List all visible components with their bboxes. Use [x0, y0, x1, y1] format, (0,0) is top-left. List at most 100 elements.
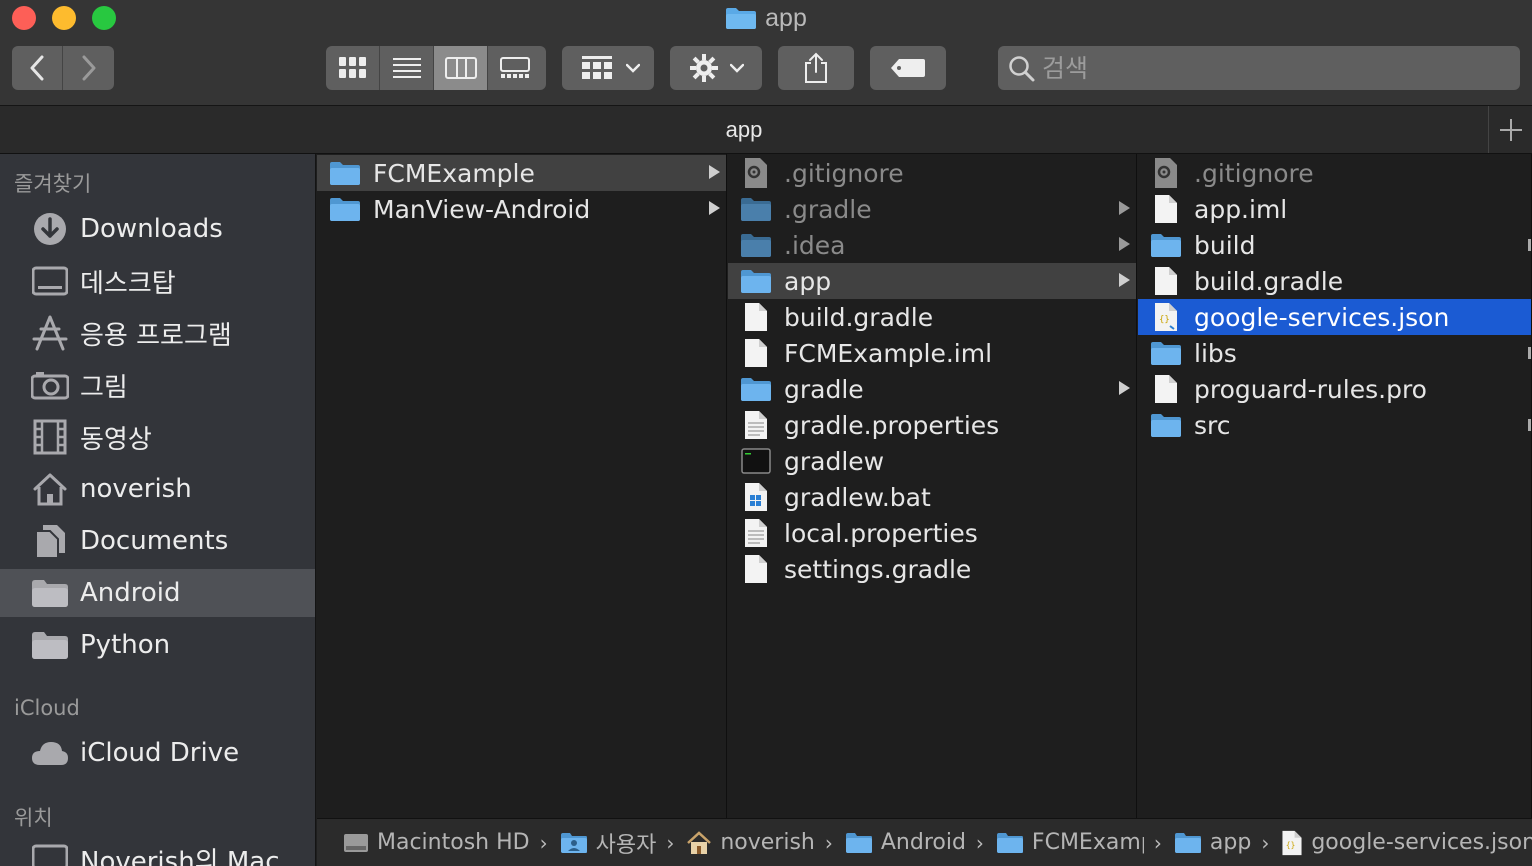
sidebar-item-movies[interactable]: 동영상 [0, 413, 315, 461]
item-name: local.properties [784, 518, 978, 548]
new-tab-button[interactable] [1490, 106, 1532, 153]
tab-app[interactable]: app [0, 106, 1489, 153]
column-view-button[interactable] [434, 46, 488, 90]
chevron-right-icon: › [666, 830, 675, 855]
item-name: .gitignore [1194, 158, 1314, 188]
item-name: gradle.properties [784, 410, 1000, 440]
chevron-right-icon: › [1261, 830, 1270, 855]
chevron-down-icon [626, 63, 640, 73]
sidebar-item-android[interactable]: Android [0, 569, 315, 617]
sidebar-item-python[interactable]: Python [0, 621, 315, 669]
list-item[interactable]: gradlew [728, 443, 1136, 479]
path-crumb-fcmexample[interactable]: FCMExample › [996, 830, 1174, 855]
list-item[interactable]: app [728, 263, 1136, 299]
list-item[interactable]: app.iml [1138, 191, 1531, 227]
camera-icon [30, 365, 70, 405]
list-item[interactable]: libs [1138, 335, 1531, 371]
window-title: app [0, 4, 1532, 37]
item-name: app [784, 266, 832, 296]
svg-text:{}: {} [1286, 840, 1295, 849]
list-item[interactable]: {} google-services.json [1138, 299, 1531, 335]
item-name: FCMExample [373, 158, 535, 188]
group-by-button[interactable] [562, 46, 654, 90]
sidebar-item-documents[interactable]: Documents [0, 517, 315, 565]
list-item[interactable]: local.properties [728, 515, 1136, 551]
list-item[interactable]: build.gradle [728, 299, 1136, 335]
folder-icon [725, 6, 757, 37]
list-item[interactable]: FCMExample [317, 155, 726, 191]
sidebar-item-downloads[interactable]: Downloads [0, 205, 315, 253]
sidebar-item-icloud-drive[interactable]: iCloud Drive [0, 729, 315, 777]
list-item[interactable]: gradle [728, 371, 1136, 407]
file-icon [1150, 193, 1182, 225]
forward-button[interactable] [63, 46, 114, 90]
list-item[interactable]: settings.gradle [728, 551, 1136, 587]
path-crumb-android[interactable]: Android › [845, 830, 996, 855]
sidebar-item-this-mac[interactable]: Noverish의 Mac [0, 835, 315, 866]
settings-file-icon [740, 157, 772, 189]
list-item[interactable]: proguard-rules.pro [1138, 371, 1531, 407]
list-item[interactable]: gradlew.bat [728, 479, 1136, 515]
share-button[interactable] [778, 46, 854, 90]
item-name: proguard-rules.pro [1194, 374, 1427, 404]
list-item[interactable]: ManView-Android [317, 191, 726, 227]
path-crumb-label: 사용자 [595, 832, 657, 858]
browser-column-3: .gitignore app.iml build build.gradle {}… [1138, 154, 1532, 818]
search-input[interactable] [1042, 46, 1502, 90]
item-name: gradle [784, 374, 864, 404]
terminal-exec-icon [740, 445, 772, 477]
browser-column-1: FCMExample ManView-Android [317, 154, 727, 818]
list-item[interactable]: .gradle [728, 191, 1136, 227]
text-file-icon [740, 409, 772, 441]
list-view-button[interactable] [380, 46, 434, 90]
item-name: google-services.json [1194, 302, 1450, 332]
sidebar-item-applications[interactable]: 응용 프로그램 [0, 309, 315, 357]
sidebar-item-desktop[interactable]: 데스크탑 [0, 257, 315, 305]
item-name: .idea [784, 230, 846, 260]
disclosure-arrow-icon [1119, 381, 1130, 395]
json-file-icon: {} [1281, 830, 1303, 856]
search-field[interactable] [998, 46, 1520, 90]
tags-button[interactable] [870, 46, 946, 90]
list-item[interactable]: .gitignore [1138, 155, 1531, 191]
item-name: build [1194, 230, 1256, 260]
item-name: ManView-Android [373, 194, 591, 224]
path-crumb-google-services-json[interactable]: {} google-services.json [1281, 830, 1532, 856]
path-crumb-users[interactable]: 사용자 › [560, 827, 687, 859]
list-item[interactable]: src [1138, 407, 1531, 443]
file-icon [1150, 373, 1182, 405]
columns-icon [444, 57, 477, 79]
item-name: .gitignore [784, 158, 904, 188]
disclosure-arrow-icon [1528, 419, 1531, 431]
gallery-view-button[interactable] [488, 46, 542, 90]
icon-view-button[interactable] [326, 46, 380, 90]
item-name: src [1194, 410, 1231, 440]
item-name: gradlew [784, 446, 885, 476]
folder-icon [740, 193, 772, 225]
list-item[interactable]: gradle.properties [728, 407, 1136, 443]
list-item[interactable]: build [1138, 227, 1531, 263]
navigation-segment [12, 46, 114, 90]
action-menu-button[interactable] [670, 46, 762, 90]
item-name: gradlew.bat [784, 482, 931, 512]
list-item[interactable]: .idea [728, 227, 1136, 263]
disclosure-arrow-icon [1528, 239, 1531, 251]
path-crumb-macintosh-hd[interactable]: Macintosh HD › [343, 830, 560, 855]
disk-icon [343, 831, 369, 855]
path-crumb-app[interactable]: app › [1174, 830, 1281, 855]
list-item[interactable]: .gitignore [728, 155, 1136, 191]
file-icon [740, 337, 772, 369]
sidebar-item-pictures[interactable]: 그림 [0, 361, 315, 409]
back-button[interactable] [12, 46, 63, 90]
chevron-down-icon [730, 63, 744, 73]
sidebar-item-label: 그림 [80, 372, 128, 403]
list-item[interactable]: FCMExample.iml [728, 335, 1136, 371]
svg-text:{}: {} [1159, 315, 1170, 325]
sidebar-item-home[interactable]: noverish [0, 465, 315, 513]
path-crumb-label: app [1209, 830, 1252, 855]
folder-icon [329, 193, 361, 225]
list-item[interactable]: build.gradle [1138, 263, 1531, 299]
path-crumb-home[interactable]: noverish › [686, 830, 845, 855]
sidebar-section-locations: 위치 [14, 806, 53, 830]
sidebar-item-label: Downloads [80, 214, 223, 244]
